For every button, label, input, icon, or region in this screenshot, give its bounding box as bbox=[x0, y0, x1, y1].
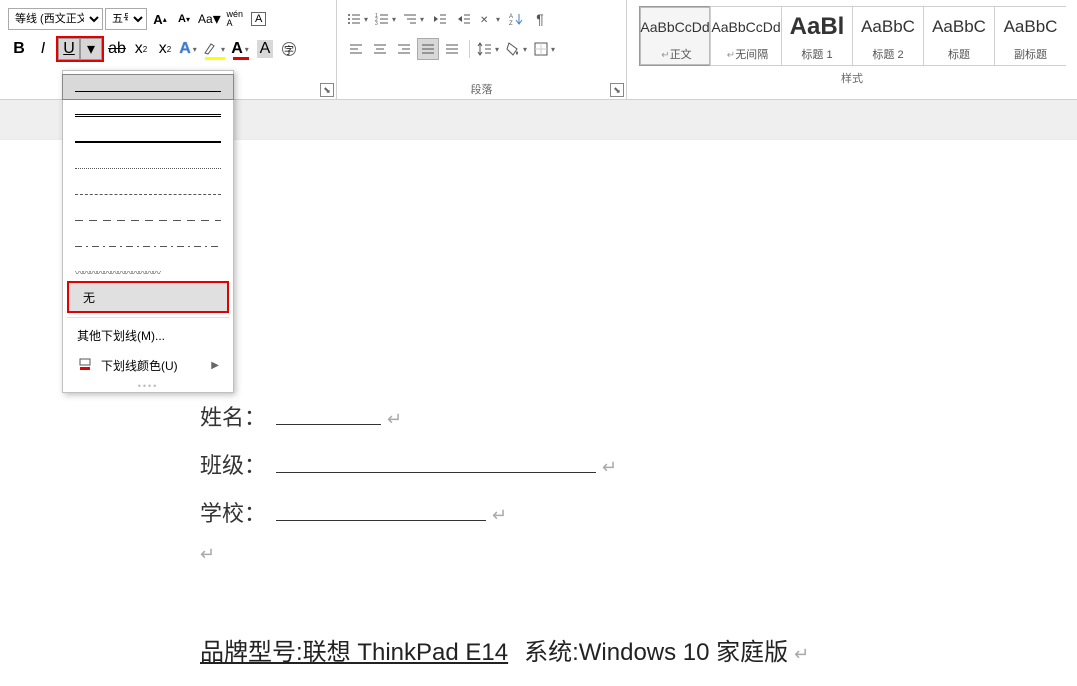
char-border-button[interactable]: A bbox=[248, 8, 270, 30]
grow-font-button[interactable]: A▴ bbox=[149, 8, 171, 30]
paint-icon bbox=[77, 357, 93, 373]
paragraph-group: ▾ 123▾ ▾ ✕▾ AZ ¶ ▾ ▾ ▾ 段落 ⬊ bbox=[337, 0, 627, 99]
underline-dashdot[interactable] bbox=[63, 229, 233, 255]
numbering-button[interactable]: 123▾ bbox=[373, 8, 399, 30]
return-icon: ↵ bbox=[794, 644, 809, 665]
paragraph-row-1: ▾ 123▾ ▾ ✕▾ AZ ¶ bbox=[345, 4, 618, 34]
bold-button[interactable]: B bbox=[8, 38, 30, 60]
underline-dotted[interactable] bbox=[63, 151, 233, 177]
dropdown-resize-grip[interactable]: •••• bbox=[63, 380, 233, 392]
char-shading-button[interactable]: A bbox=[254, 38, 276, 60]
underline-button[interactable]: U bbox=[58, 38, 80, 60]
style-gallery: AaBbCcDd ↵正文 AaBbCcDd ↵无间隔 AaBl 标题 1 AaB… bbox=[635, 4, 1069, 68]
return-icon: ↵ bbox=[492, 505, 507, 526]
menu-separator bbox=[67, 317, 229, 318]
line-school: 学校： ↵ bbox=[200, 496, 1077, 544]
change-case-button[interactable]: Aa▾ bbox=[197, 8, 222, 30]
svg-text:✕: ✕ bbox=[480, 15, 488, 26]
line-class: 班级： ↵ bbox=[200, 448, 1077, 496]
bullets-button[interactable]: ▾ bbox=[345, 8, 371, 30]
svg-text:3: 3 bbox=[375, 21, 378, 27]
highlight-button[interactable]: ▾ bbox=[202, 38, 228, 60]
blank-class[interactable] bbox=[276, 453, 596, 473]
style-title[interactable]: AaBbC 标题 bbox=[923, 6, 995, 66]
text-effects-button[interactable]: A▾ bbox=[178, 38, 200, 60]
underline-dropdown-caret[interactable]: ▾ bbox=[80, 38, 102, 60]
return-icon: ↵ bbox=[387, 409, 402, 430]
increase-indent-button[interactable] bbox=[453, 8, 475, 30]
paragraph-group-label: 段落 bbox=[345, 79, 618, 97]
styles-group-label: 样式 bbox=[635, 68, 1069, 86]
borders-button[interactable]: ▾ bbox=[532, 38, 558, 60]
underline-button-highlight: U ▾ bbox=[56, 36, 104, 62]
multilevel-list-button[interactable]: ▾ bbox=[401, 8, 427, 30]
sort-button[interactable]: AZ bbox=[505, 8, 527, 30]
font-row-1: 等线 (西文正文) 五号 A▴ A▾ Aa▾ wénA A bbox=[8, 4, 328, 34]
underline-double[interactable] bbox=[63, 99, 233, 125]
underline-none-highlight: 无 bbox=[67, 281, 229, 313]
style-subtitle[interactable]: AaBbC 副标题 bbox=[994, 6, 1066, 66]
submenu-arrow-icon: ▶ bbox=[211, 360, 219, 371]
style-nospacing[interactable]: AaBbCcDd ↵无间隔 bbox=[710, 6, 782, 66]
phonetic-guide-button[interactable]: wénA bbox=[224, 8, 246, 30]
svg-text:A: A bbox=[509, 14, 513, 20]
style-heading1[interactable]: AaBl 标题 1 bbox=[781, 6, 853, 66]
return-icon: ↵ bbox=[602, 457, 617, 478]
empty-line: ↵ bbox=[200, 544, 1077, 592]
font-color-button[interactable]: A▾ bbox=[230, 38, 252, 60]
enclose-char-button[interactable]: 字 bbox=[278, 38, 300, 60]
blank-name[interactable] bbox=[276, 405, 381, 425]
font-row-2: B I U ▾ ab x2 x2 A▾ ▾ A▾ A 字 bbox=[8, 34, 328, 64]
font-name-select[interactable]: 等线 (西文正文) bbox=[8, 8, 103, 30]
shrink-font-button[interactable]: A▾ bbox=[173, 8, 195, 30]
underline-dashed-short[interactable] bbox=[63, 177, 233, 203]
align-justify-button[interactable] bbox=[417, 38, 439, 60]
shading-button[interactable]: ▾ bbox=[504, 38, 530, 60]
subscript-button[interactable]: x2 bbox=[130, 38, 152, 60]
underline-none[interactable]: 无 bbox=[69, 283, 227, 311]
show-marks-button[interactable]: ¶ bbox=[529, 8, 551, 30]
underline-dashed-long[interactable] bbox=[63, 203, 233, 229]
underline-dropdown: 无 其他下划线(M)... 下划线颜色(U) ▶ •••• bbox=[62, 70, 234, 393]
underline-single[interactable] bbox=[62, 74, 234, 100]
italic-button[interactable]: I bbox=[32, 38, 54, 60]
underline-wave[interactable] bbox=[63, 255, 233, 281]
paragraph-row-2: ▾ ▾ ▾ bbox=[345, 34, 618, 64]
more-underlines-item[interactable]: 其他下划线(M)... bbox=[63, 320, 233, 350]
line-name: 姓名： ↵ bbox=[200, 400, 1077, 448]
decrease-indent-button[interactable] bbox=[429, 8, 451, 30]
line-brand-system: 品牌型号:联想 ThinkPad E14 系统:Windows 10 家庭版 ↵ bbox=[200, 632, 1077, 680]
align-center-button[interactable] bbox=[369, 38, 391, 60]
styles-group: AaBbCcDd ↵正文 AaBbCcDd ↵无间隔 AaBl 标题 1 AaB… bbox=[627, 0, 1077, 99]
superscript-button[interactable]: x2 bbox=[154, 38, 176, 60]
align-left-button[interactable] bbox=[345, 38, 367, 60]
align-right-button[interactable] bbox=[393, 38, 415, 60]
asian-layout-button[interactable]: ✕▾ bbox=[477, 8, 503, 30]
paragraph-dialog-launcher[interactable]: ⬊ bbox=[610, 83, 624, 97]
underline-color-item[interactable]: 下划线颜色(U) ▶ bbox=[63, 350, 233, 380]
underline-thick[interactable] bbox=[63, 125, 233, 151]
strikethrough-button[interactable]: ab bbox=[106, 38, 128, 60]
style-normal[interactable]: AaBbCcDd ↵正文 bbox=[639, 6, 711, 66]
svg-text:Z: Z bbox=[509, 21, 513, 27]
align-distributed-button[interactable] bbox=[441, 38, 463, 60]
font-dialog-launcher[interactable]: ⬊ bbox=[320, 83, 334, 97]
blank-school[interactable] bbox=[276, 501, 486, 521]
return-icon: ↵ bbox=[200, 544, 215, 565]
line-spacing-button[interactable]: ▾ bbox=[476, 38, 502, 60]
style-heading2[interactable]: AaBbC 标题 2 bbox=[852, 6, 924, 66]
font-size-select[interactable]: 五号 bbox=[105, 8, 147, 30]
